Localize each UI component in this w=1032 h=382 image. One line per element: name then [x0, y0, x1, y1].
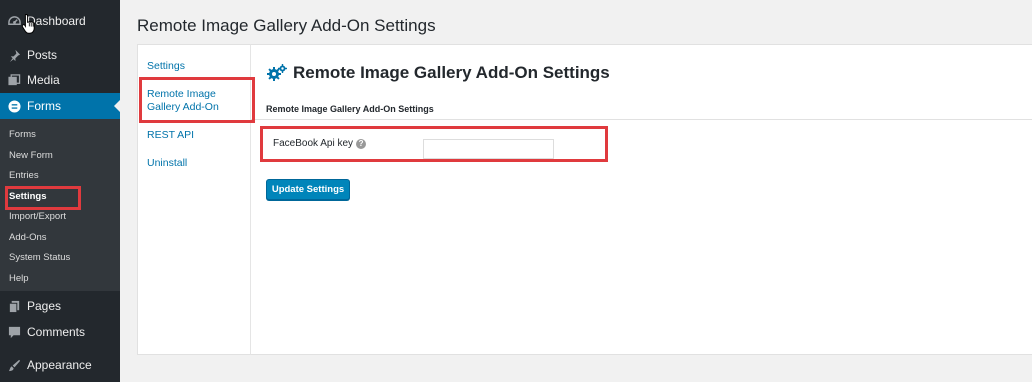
submenu-add-ons[interactable]: Add-Ons	[9, 232, 47, 243]
tab-rest-api[interactable]: REST API	[147, 129, 194, 142]
help-icon[interactable]: ?	[356, 138, 367, 149]
media-icon	[7, 73, 21, 87]
admin-sidebar: Dashboard Posts Media Forms Forms New Fo…	[0, 0, 120, 382]
menu-comments[interactable]: Comments	[0, 319, 120, 345]
menu-pages-label: Pages	[27, 299, 62, 313]
submenu-forms[interactable]: Forms	[9, 129, 36, 140]
submenu-help[interactable]: Help	[9, 273, 29, 284]
settings-tabs: Settings Remote Image Gallery Add-On RES…	[137, 44, 251, 355]
pages-icon	[7, 299, 21, 313]
pin-icon	[7, 48, 21, 62]
tab-uninstall[interactable]: Uninstall	[147, 157, 187, 170]
tab-remote-image-gallery[interactable]: Remote Image Gallery Add-On	[147, 88, 251, 114]
menu-dashboard[interactable]: Dashboard	[0, 8, 120, 34]
submenu-entries[interactable]: Entries	[9, 170, 39, 181]
tab-settings[interactable]: Settings	[147, 60, 185, 73]
section-heading: Remote Image Gallery Add-On Settings	[266, 63, 610, 83]
hand-cursor-icon	[21, 13, 35, 34]
submenu-settings[interactable]: Settings	[9, 191, 46, 202]
menu-media-label: Media	[27, 73, 60, 87]
facebook-api-key-input[interactable]	[423, 139, 554, 159]
page-title: Remote Image Gallery Add-On Settings	[137, 16, 436, 35]
menu-comments-label: Comments	[27, 325, 86, 339]
facebook-api-key-label: FaceBook Api key ?	[273, 138, 367, 149]
brush-icon	[7, 358, 21, 372]
menu-appearance[interactable]: Appearance	[0, 352, 120, 378]
submenu-new-form[interactable]: New Form	[9, 150, 53, 161]
menu-posts-label: Posts	[27, 48, 58, 62]
menu-forms-label: Forms	[27, 99, 61, 113]
menu-forms[interactable]: Forms	[0, 93, 120, 119]
comment-icon	[7, 325, 21, 339]
menu-pages[interactable]: Pages	[0, 293, 120, 319]
section-subheading: Remote Image Gallery Add-On Settings	[266, 104, 434, 114]
submenu-import-export[interactable]: Import/Export	[9, 211, 66, 222]
menu-posts[interactable]: Posts	[0, 42, 120, 68]
facebook-api-key-label-text: FaceBook Api key	[273, 138, 354, 149]
menu-media[interactable]: Media	[0, 67, 120, 93]
gears-icon	[267, 64, 287, 81]
update-settings-button[interactable]: Update Settings	[266, 179, 350, 200]
forms-submenu: Forms New Form Entries Settings Import/E…	[0, 119, 120, 291]
current-menu-arrow	[114, 100, 120, 112]
menu-appearance-label: Appearance	[27, 358, 92, 372]
section-heading-text: Remote Image Gallery Add-On Settings	[293, 63, 610, 82]
section-divider	[251, 119, 1032, 120]
settings-content	[250, 44, 1032, 355]
submenu-system-status[interactable]: System Status	[9, 252, 70, 263]
forms-icon	[7, 99, 21, 113]
dashboard-icon	[7, 14, 21, 28]
